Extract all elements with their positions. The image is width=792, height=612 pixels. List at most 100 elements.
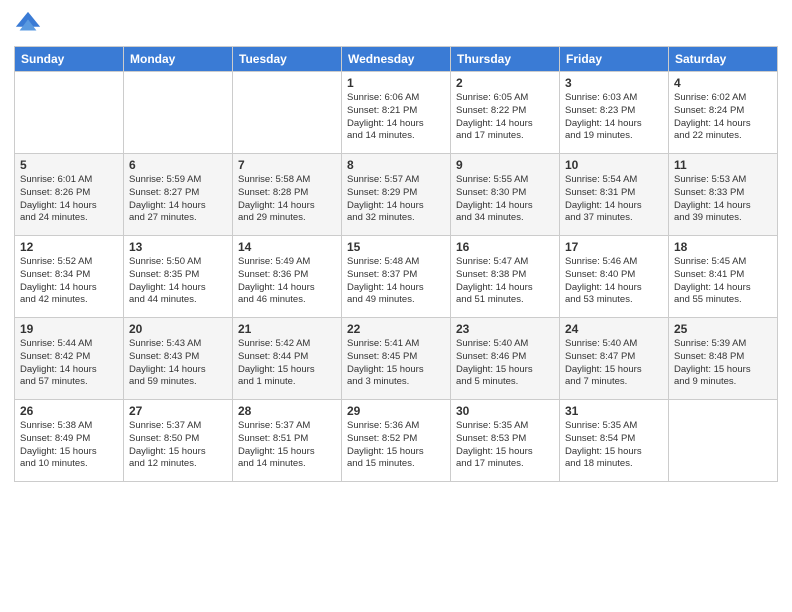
weekday-header-thursday: Thursday: [451, 47, 560, 72]
day-number: 4: [674, 76, 772, 90]
day-info: Sunrise: 6:06 AM Sunset: 8:21 PM Dayligh…: [347, 92, 445, 143]
day-number: 10: [565, 158, 663, 172]
day-number: 12: [20, 240, 118, 254]
day-info: Sunrise: 5:57 AM Sunset: 8:29 PM Dayligh…: [347, 174, 445, 225]
calendar-cell: [233, 72, 342, 154]
calendar-cell: 7 Sunrise: 5:58 AM Sunset: 8:28 PM Daylig…: [233, 154, 342, 236]
calendar-cell: [15, 72, 124, 154]
week-row-5: 26 Sunrise: 5:38 AM Sunset: 8:49 PM Dayli…: [15, 400, 778, 482]
calendar-cell: 18Sunrise: 5:45 AM Sunset: 8:41 PM Dayli…: [669, 236, 778, 318]
day-info: Sunrise: 5:58 AM Sunset: 8:28 PM Dayligh…: [238, 174, 336, 225]
day-number: 17: [565, 240, 663, 254]
calendar-cell: 19 Sunrise: 5:44 AM Sunset: 8:42 PM Dayli…: [15, 318, 124, 400]
calendar-page: SundayMondayTuesdayWednesdayThursdayFrid…: [0, 0, 792, 612]
day-number: 19: [20, 322, 118, 336]
calendar-cell: [669, 400, 778, 482]
day-number: 29: [347, 404, 445, 418]
calendar-cell: 27 Sunrise: 5:37 AM Sunset: 8:50 PM Dayli…: [124, 400, 233, 482]
day-info: Sunrise: 5:47 AM Sunset: 8:38 PM Dayligh…: [456, 256, 554, 307]
calendar-cell: 16 Sunrise: 5:47 AM Sunset: 8:38 PM Dayli…: [451, 236, 560, 318]
day-number: 16: [456, 240, 554, 254]
header: [14, 10, 778, 38]
calendar-cell: 13Sunrise: 5:50 AM Sunset: 8:35 PM Dayli…: [124, 236, 233, 318]
calendar-cell: 26 Sunrise: 5:38 AM Sunset: 8:49 PM Dayli…: [15, 400, 124, 482]
day-number: 8: [347, 158, 445, 172]
day-info: Sunrise: 6:03 AM Sunset: 8:23 PM Dayligh…: [565, 92, 663, 143]
weekday-header-saturday: Saturday: [669, 47, 778, 72]
week-row-1: 1Sunrise: 6:06 AM Sunset: 8:21 PM Daylig…: [15, 72, 778, 154]
calendar-cell: 31 Sunrise: 5:35 AM Sunset: 8:54 PM Dayli…: [560, 400, 669, 482]
day-info: Sunrise: 5:45 AM Sunset: 8:41 PM Dayligh…: [674, 256, 772, 307]
calendar-cell: 30 Sunrise: 5:35 AM Sunset: 8:53 PM Dayli…: [451, 400, 560, 482]
calendar-cell: 29 Sunrise: 5:36 AM Sunset: 8:52 PM Dayli…: [342, 400, 451, 482]
weekday-header-tuesday: Tuesday: [233, 47, 342, 72]
day-number: 9: [456, 158, 554, 172]
calendar-cell: 15 Sunrise: 5:48 AM Sunset: 8:37 PM Dayli…: [342, 236, 451, 318]
weekday-header-wednesday: Wednesday: [342, 47, 451, 72]
calendar-cell: 11 Sunrise: 5:53 AM Sunset: 8:33 PM Dayli…: [669, 154, 778, 236]
day-info: Sunrise: 5:42 AM Sunset: 8:44 PM Dayligh…: [238, 338, 336, 389]
calendar-cell: [124, 72, 233, 154]
calendar-cell: 4 Sunrise: 6:02 AM Sunset: 8:24 PM Daylig…: [669, 72, 778, 154]
calendar-cell: 22 Sunrise: 5:41 AM Sunset: 8:45 PM Dayli…: [342, 318, 451, 400]
day-number: 5: [20, 158, 118, 172]
day-info: Sunrise: 5:49 AM Sunset: 8:36 PM Dayligh…: [238, 256, 336, 307]
day-info: Sunrise: 5:35 AM Sunset: 8:54 PM Dayligh…: [565, 420, 663, 471]
calendar-cell: 14 Sunrise: 5:49 AM Sunset: 8:36 PM Dayli…: [233, 236, 342, 318]
day-number: 31: [565, 404, 663, 418]
day-info: Sunrise: 6:02 AM Sunset: 8:24 PM Dayligh…: [674, 92, 772, 143]
day-number: 2: [456, 76, 554, 90]
day-info: Sunrise: 5:35 AM Sunset: 8:53 PM Dayligh…: [456, 420, 554, 471]
day-number: 13: [129, 240, 227, 254]
day-number: 3: [565, 76, 663, 90]
day-info: Sunrise: 5:52 AM Sunset: 8:34 PM Dayligh…: [20, 256, 118, 307]
calendar-cell: 23 Sunrise: 5:40 AM Sunset: 8:46 PM Dayli…: [451, 318, 560, 400]
calendar-cell: 8 Sunrise: 5:57 AM Sunset: 8:29 PM Daylig…: [342, 154, 451, 236]
day-number: 6: [129, 158, 227, 172]
day-info: Sunrise: 5:39 AM Sunset: 8:48 PM Dayligh…: [674, 338, 772, 389]
week-row-2: 5 Sunrise: 6:01 AM Sunset: 8:26 PM Daylig…: [15, 154, 778, 236]
calendar-cell: 10Sunrise: 5:54 AM Sunset: 8:31 PM Dayli…: [560, 154, 669, 236]
day-info: Sunrise: 6:05 AM Sunset: 8:22 PM Dayligh…: [456, 92, 554, 143]
calendar-cell: 17 Sunrise: 5:46 AM Sunset: 8:40 PM Dayli…: [560, 236, 669, 318]
day-number: 11: [674, 158, 772, 172]
week-row-3: 12 Sunrise: 5:52 AM Sunset: 8:34 PM Dayli…: [15, 236, 778, 318]
calendar-table: SundayMondayTuesdayWednesdayThursdayFrid…: [14, 46, 778, 482]
day-info: Sunrise: 6:01 AM Sunset: 8:26 PM Dayligh…: [20, 174, 118, 225]
day-number: 30: [456, 404, 554, 418]
calendar-cell: 2 Sunrise: 6:05 AM Sunset: 8:22 PM Daylig…: [451, 72, 560, 154]
day-info: Sunrise: 5:40 AM Sunset: 8:47 PM Dayligh…: [565, 338, 663, 389]
day-number: 27: [129, 404, 227, 418]
day-info: Sunrise: 5:48 AM Sunset: 8:37 PM Dayligh…: [347, 256, 445, 307]
day-number: 14: [238, 240, 336, 254]
day-info: Sunrise: 5:37 AM Sunset: 8:51 PM Dayligh…: [238, 420, 336, 471]
calendar-cell: 28 Sunrise: 5:37 AM Sunset: 8:51 PM Dayli…: [233, 400, 342, 482]
weekday-header-row: SundayMondayTuesdayWednesdayThursdayFrid…: [15, 47, 778, 72]
logo-icon: [14, 10, 42, 38]
day-number: 26: [20, 404, 118, 418]
calendar-cell: 5 Sunrise: 6:01 AM Sunset: 8:26 PM Daylig…: [15, 154, 124, 236]
day-number: 25: [674, 322, 772, 336]
week-row-4: 19 Sunrise: 5:44 AM Sunset: 8:42 PM Dayli…: [15, 318, 778, 400]
day-info: Sunrise: 5:59 AM Sunset: 8:27 PM Dayligh…: [129, 174, 227, 225]
day-info: Sunrise: 5:38 AM Sunset: 8:49 PM Dayligh…: [20, 420, 118, 471]
calendar-cell: 21 Sunrise: 5:42 AM Sunset: 8:44 PM Dayli…: [233, 318, 342, 400]
calendar-cell: 24Sunrise: 5:40 AM Sunset: 8:47 PM Dayli…: [560, 318, 669, 400]
day-number: 15: [347, 240, 445, 254]
day-info: Sunrise: 5:41 AM Sunset: 8:45 PM Dayligh…: [347, 338, 445, 389]
day-number: 22: [347, 322, 445, 336]
day-info: Sunrise: 5:36 AM Sunset: 8:52 PM Dayligh…: [347, 420, 445, 471]
day-number: 23: [456, 322, 554, 336]
calendar-cell: 20Sunrise: 5:43 AM Sunset: 8:43 PM Dayli…: [124, 318, 233, 400]
day-number: 7: [238, 158, 336, 172]
day-info: Sunrise: 5:40 AM Sunset: 8:46 PM Dayligh…: [456, 338, 554, 389]
weekday-header-sunday: Sunday: [15, 47, 124, 72]
day-info: Sunrise: 5:46 AM Sunset: 8:40 PM Dayligh…: [565, 256, 663, 307]
day-number: 28: [238, 404, 336, 418]
day-info: Sunrise: 5:44 AM Sunset: 8:42 PM Dayligh…: [20, 338, 118, 389]
day-info: Sunrise: 5:37 AM Sunset: 8:50 PM Dayligh…: [129, 420, 227, 471]
day-number: 21: [238, 322, 336, 336]
day-number: 20: [129, 322, 227, 336]
day-info: Sunrise: 5:53 AM Sunset: 8:33 PM Dayligh…: [674, 174, 772, 225]
weekday-header-monday: Monday: [124, 47, 233, 72]
